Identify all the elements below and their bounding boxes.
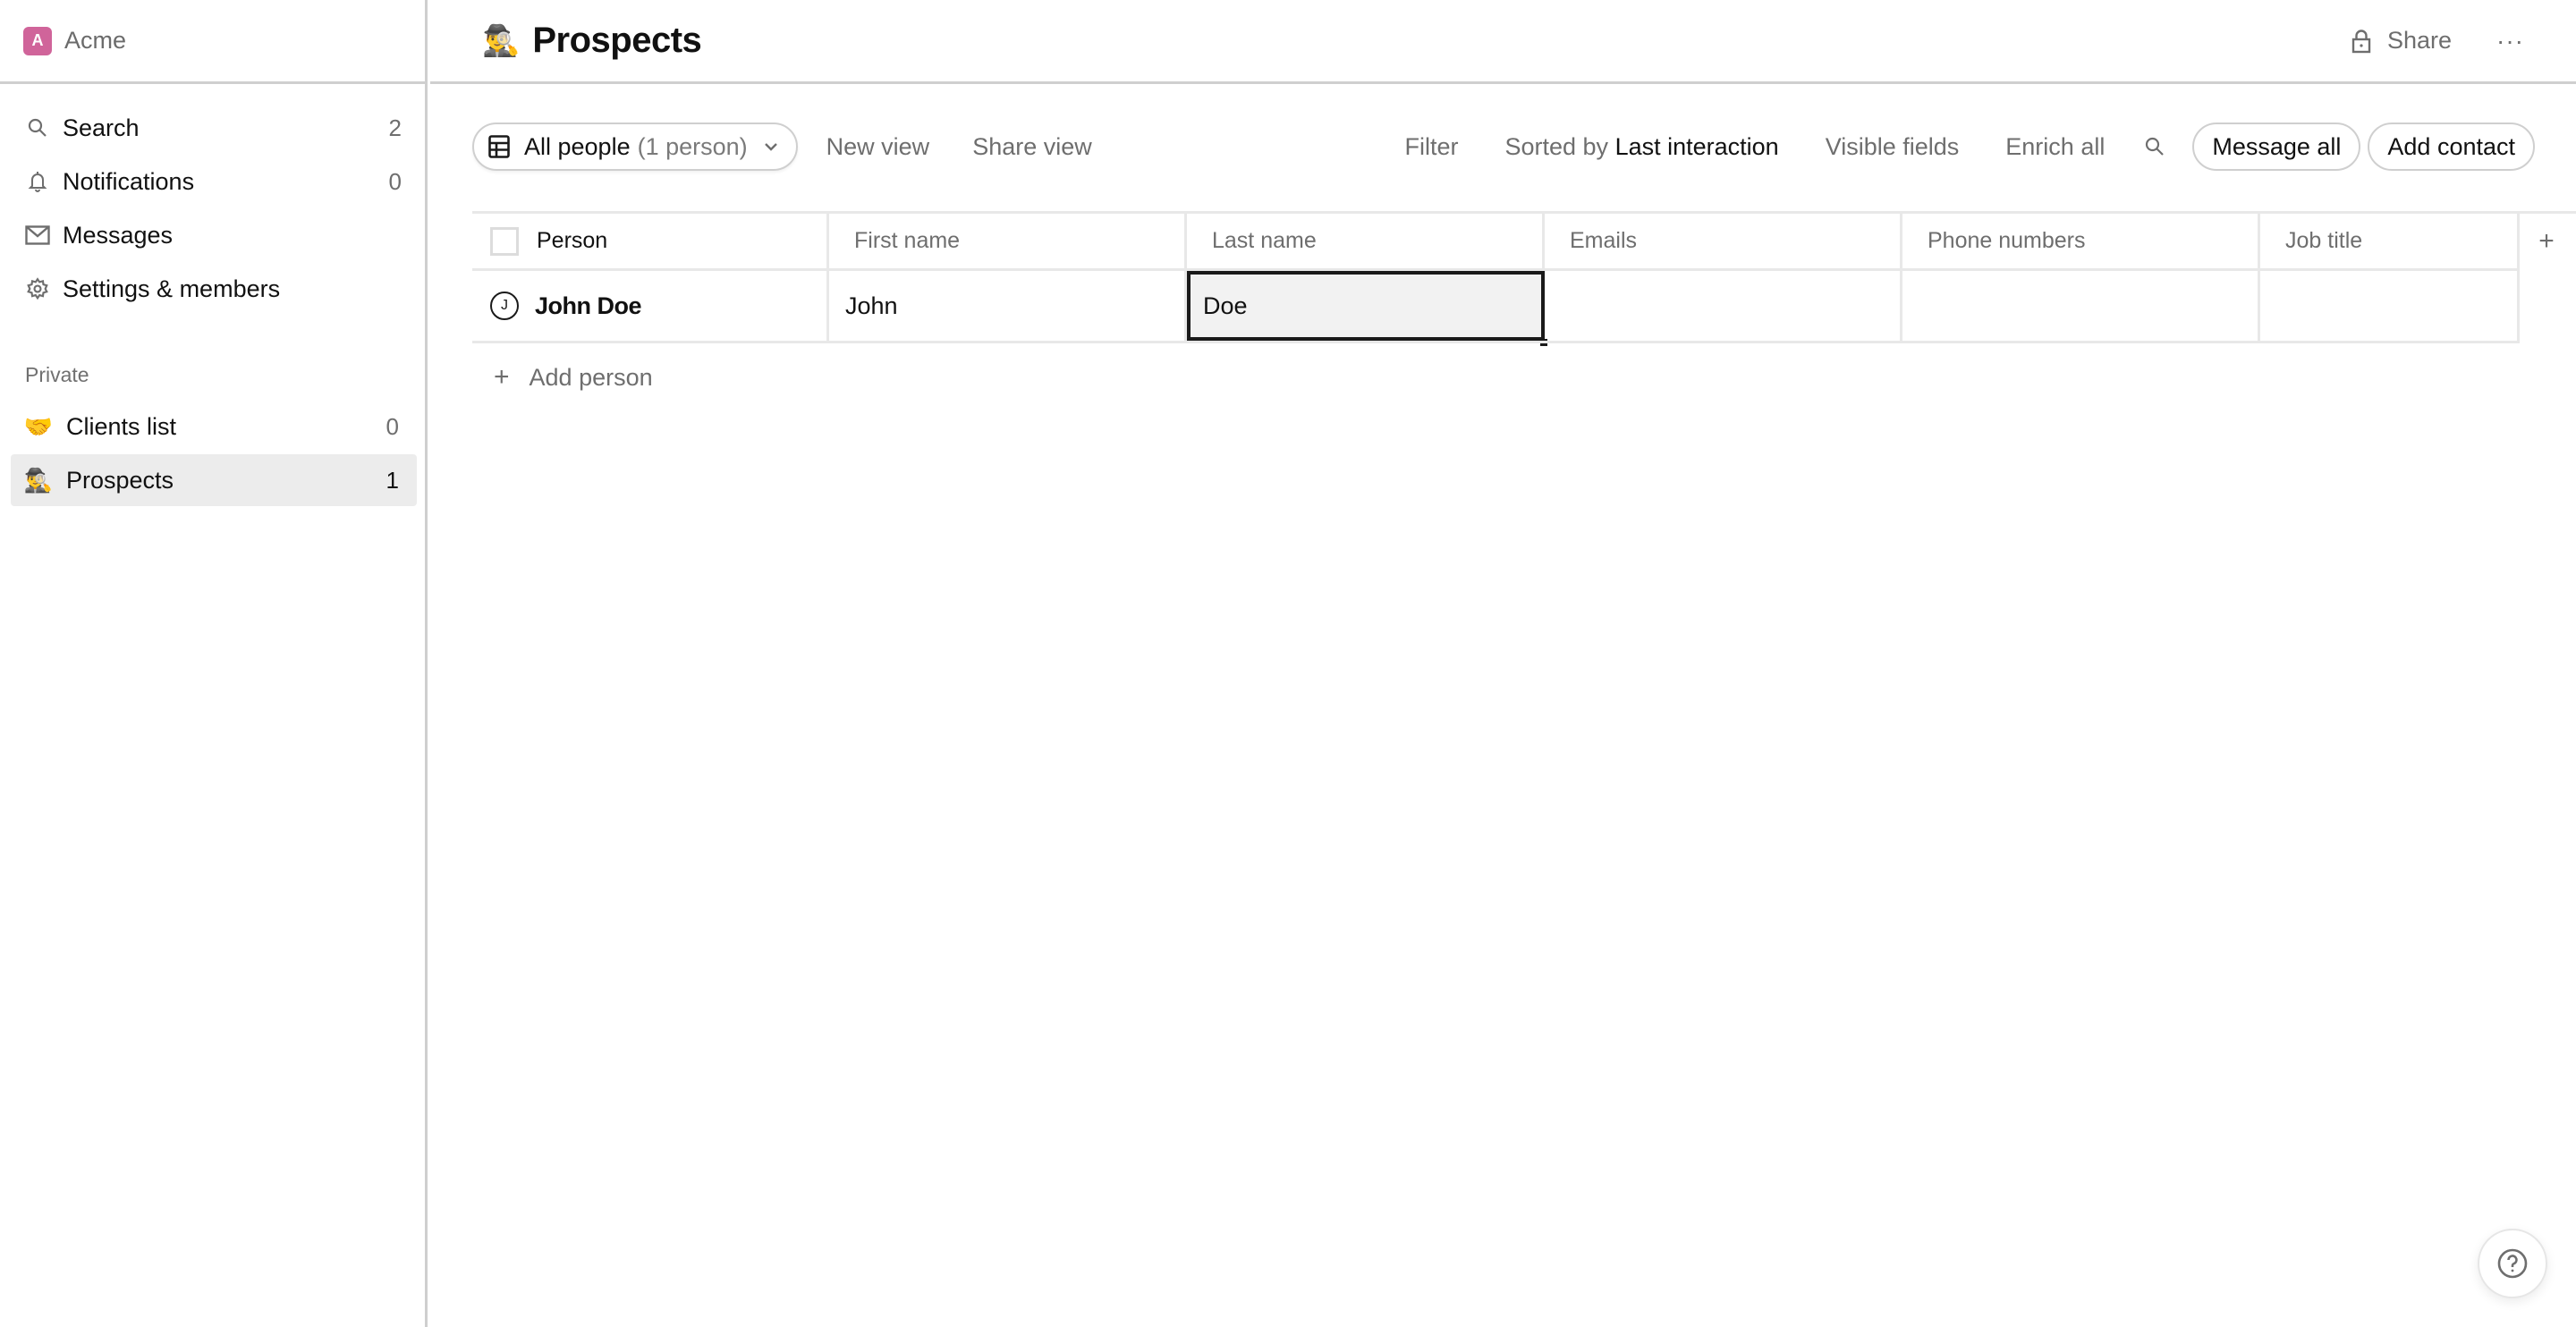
view-toolbar: All people (1 person) New view Share vie…	[472, 122, 2535, 172]
sidebar-item-label: Notifications	[63, 167, 195, 195]
sort-prefix: Sorted by	[1504, 132, 1609, 160]
sidebar: A Acme Search 2 Notifications 0 Messages	[0, 0, 428, 1327]
search-icon[interactable]	[2144, 136, 2165, 157]
share-button[interactable]: Share	[2351, 27, 2452, 55]
add-column-button[interactable]: +	[2520, 214, 2573, 268]
add-person-label: Add person	[529, 363, 653, 391]
share-label: Share	[2386, 27, 2453, 54]
mail-icon	[25, 223, 50, 248]
header-actions: Share ···	[2351, 27, 2524, 55]
sidebar-item-count: 2	[388, 114, 402, 141]
cell-value: Doe	[1203, 292, 1248, 319]
sort-field: Last interaction	[1614, 132, 1779, 160]
view-count: (1 person)	[637, 132, 748, 160]
column-header-emails[interactable]: Emails	[1545, 214, 1902, 268]
cell-last-name[interactable]: Doe	[1187, 271, 1547, 346]
enrich-all-button[interactable]: Enrich all	[2005, 133, 2105, 161]
detective-icon: 🕵️‍♂️	[23, 466, 54, 494]
column-header-last-name[interactable]: Last name	[1187, 214, 1545, 268]
lock-icon	[2351, 29, 2371, 53]
help-button[interactable]	[2478, 1229, 2547, 1298]
cell-person[interactable]: J John Doe	[472, 271, 829, 341]
sidebar-item-label: Settings & members	[63, 275, 281, 302]
table-icon	[488, 135, 510, 158]
table-header: Person First name Last name Emails Phone…	[472, 214, 2573, 268]
sidebar-nav: Search 2 Notifications 0 Messages Settin…	[0, 101, 425, 316]
column-header-person[interactable]: Person	[472, 214, 829, 268]
avatar: J	[490, 292, 519, 320]
page-title: Prospects	[532, 21, 702, 60]
row-divider	[472, 341, 2520, 343]
handshake-icon: 🤝	[23, 412, 54, 440]
sidebar-item-clients-list[interactable]: 🤝 Clients list 0	[11, 401, 417, 452]
sidebar-item-prospects[interactable]: 🕵️‍♂️ Prospects 1	[11, 454, 417, 506]
cell-job-title[interactable]	[2260, 271, 2520, 341]
new-view-button[interactable]: New view	[826, 133, 930, 161]
sidebar-item-notifications[interactable]: Notifications 0	[0, 155, 425, 208]
workspace-avatar: A	[23, 26, 52, 55]
sidebar-item-messages[interactable]: Messages	[0, 208, 425, 262]
message-all-button[interactable]: Message all	[2192, 123, 2361, 171]
search-icon	[25, 115, 50, 140]
visible-fields-button[interactable]: Visible fields	[1826, 133, 1960, 161]
view-selector[interactable]: All people (1 person)	[472, 123, 798, 171]
column-header-job-title[interactable]: Job title	[2260, 214, 2520, 268]
more-options-button[interactable]: ···	[2496, 27, 2524, 55]
share-view-button[interactable]: Share view	[972, 133, 1092, 161]
cell-phone-numbers[interactable]	[1902, 271, 2260, 341]
sort-button[interactable]: Sorted by Last interaction	[1504, 133, 1778, 161]
sidebar-item-label: Prospects	[66, 466, 174, 494]
filter-button[interactable]: Filter	[1404, 133, 1458, 161]
column-header-phone-numbers[interactable]: Phone numbers	[1902, 214, 2260, 268]
sidebar-item-label: Messages	[63, 221, 174, 249]
plus-icon: +	[494, 362, 510, 392]
add-person-button[interactable]: + Add person	[494, 359, 653, 395]
person-name-link[interactable]: John Doe	[535, 292, 642, 320]
sidebar-item-settings[interactable]: Settings & members	[0, 262, 425, 316]
column-label: Person	[537, 228, 608, 253]
bell-icon	[25, 169, 50, 194]
section-label-private: Private	[25, 363, 89, 386]
sidebar-item-count: 0	[388, 167, 402, 195]
view-name: All people	[524, 132, 631, 160]
page-header: 🕵️‍♂️ Prospects Share ···	[430, 0, 2576, 84]
sidebar-item-search[interactable]: Search 2	[0, 101, 425, 155]
gear-icon	[25, 276, 50, 301]
workspace-switcher[interactable]: A Acme	[0, 0, 428, 84]
sidebar-lists: 🤝 Clients list 0 🕵️‍♂️ Prospects 1	[11, 401, 417, 508]
detective-icon: 🕵️‍♂️	[482, 23, 521, 58]
column-header-first-name[interactable]: First name	[829, 214, 1187, 268]
help-icon	[2497, 1248, 2528, 1279]
chevron-down-icon	[764, 143, 777, 151]
workspace-name: Acme	[64, 27, 127, 54]
select-all-checkbox[interactable]	[490, 226, 519, 256]
cell-emails[interactable]	[1545, 271, 1902, 341]
sidebar-item-count: 1	[386, 466, 399, 494]
sidebar-item-label: Search	[63, 114, 140, 141]
cell-first-name[interactable]: John	[829, 271, 1187, 341]
table-row: J John Doe John Doe	[472, 271, 2520, 346]
sidebar-item-label: Clients list	[66, 412, 177, 440]
add-contact-button[interactable]: Add contact	[2368, 123, 2535, 171]
sidebar-item-count: 0	[386, 412, 399, 440]
